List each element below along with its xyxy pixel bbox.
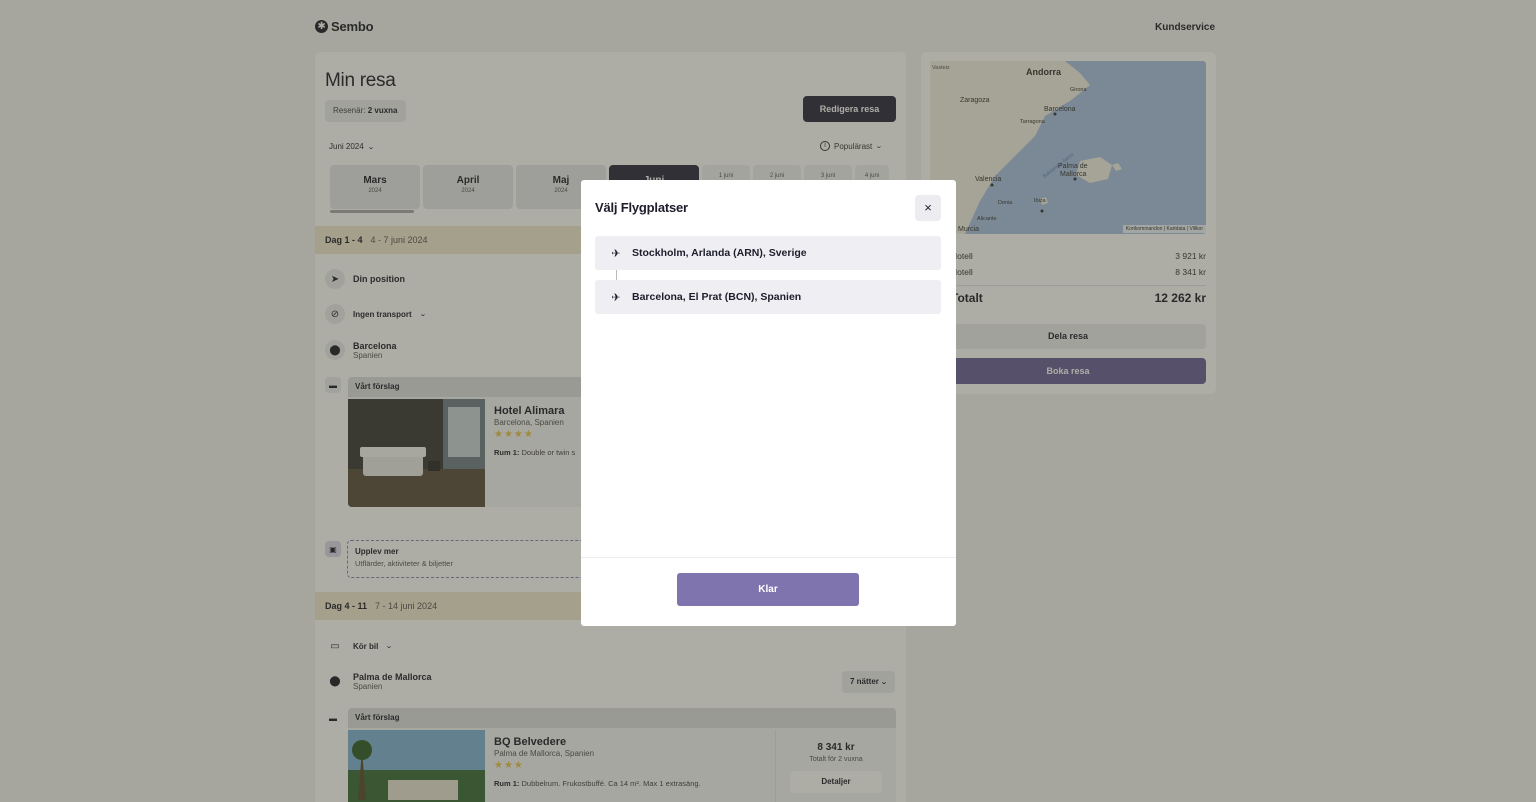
airport-item-arrival[interactable]: ✈ Barcelona, El Prat (BCN), Spanien	[595, 280, 941, 314]
airport-name: Stockholm, Arlanda (ARN), Sverige	[632, 247, 807, 259]
done-button[interactable]: Klar	[677, 573, 859, 606]
departure-plane-icon: ✈	[611, 247, 621, 260]
modal-divider	[581, 557, 956, 558]
close-icon: ×	[924, 200, 932, 215]
modal-title: Välj Flygplatser	[595, 200, 688, 215]
arrival-plane-icon: ✈	[611, 291, 621, 304]
airport-modal: Välj Flygplatser × ✈ Stockholm, Arlanda …	[581, 180, 956, 626]
airport-name: Barcelona, El Prat (BCN), Spanien	[632, 291, 802, 303]
close-button[interactable]: ×	[915, 195, 941, 221]
airport-item-departure[interactable]: ✈ Stockholm, Arlanda (ARN), Sverige	[595, 236, 941, 270]
route-connector	[616, 270, 617, 280]
